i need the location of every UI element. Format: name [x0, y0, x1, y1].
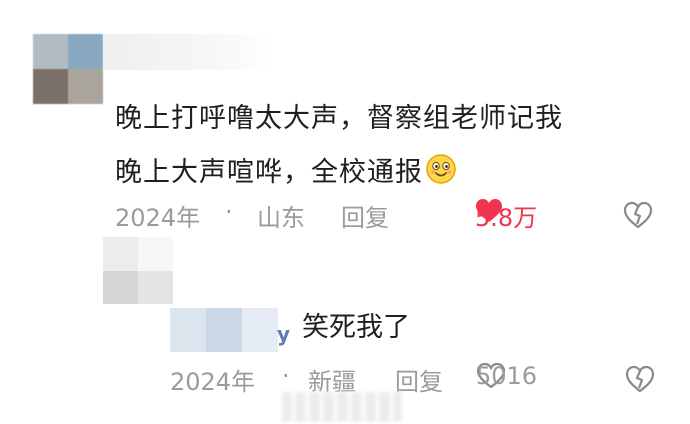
smile-emoji-icon	[426, 154, 456, 184]
comment-location: 山东	[257, 204, 305, 232]
reply-button[interactable]: 回复	[341, 198, 389, 233]
dislike-heart-icon[interactable]	[625, 364, 655, 394]
meta-separator: ·	[282, 362, 290, 390]
reply-like-count: 5016	[476, 362, 538, 390]
reply-username-suffix[interactable]: y	[277, 322, 290, 346]
comment-line: 晚上打呼噜太大声，督察组老师记我	[115, 103, 563, 134]
like-count: 5.8万	[475, 204, 538, 232]
avatar[interactable]	[33, 34, 103, 104]
reply-reply-button[interactable]: 回复	[395, 362, 443, 397]
like-button[interactable]: 5.8万	[475, 198, 537, 232]
comment-line: 晚上大声喧哗，全校通报	[115, 146, 675, 200]
reply-username-blurred[interactable]	[170, 308, 278, 352]
reply-text: 笑死我了	[302, 312, 410, 343]
meta-separator: ·	[225, 198, 233, 226]
dislike-heart-icon[interactable]	[623, 200, 653, 230]
reply-avatar[interactable]	[103, 237, 173, 304]
reply-date: 2024年	[170, 368, 256, 396]
comment-text: 晚上打呼噜太大声，督察组老师记我 晚上大声喧哗，全校通报	[115, 92, 675, 200]
reply-meta: 2024年 · 新疆 回复 5016	[170, 362, 680, 398]
comment-meta: 2024年 · 山东 回复 5.8万	[115, 198, 675, 234]
username-blurred[interactable]	[103, 34, 273, 70]
previous-comment-cutoff: ▔▔▔▔▔▔▔▔	[118, 0, 368, 6]
reply-like-button[interactable]: 5016	[476, 362, 537, 390]
comment-date: 2024年	[115, 204, 201, 232]
watermark-blurred	[282, 392, 402, 422]
comment-line-text: 晚上大声喧哗，全校通报	[115, 157, 423, 188]
